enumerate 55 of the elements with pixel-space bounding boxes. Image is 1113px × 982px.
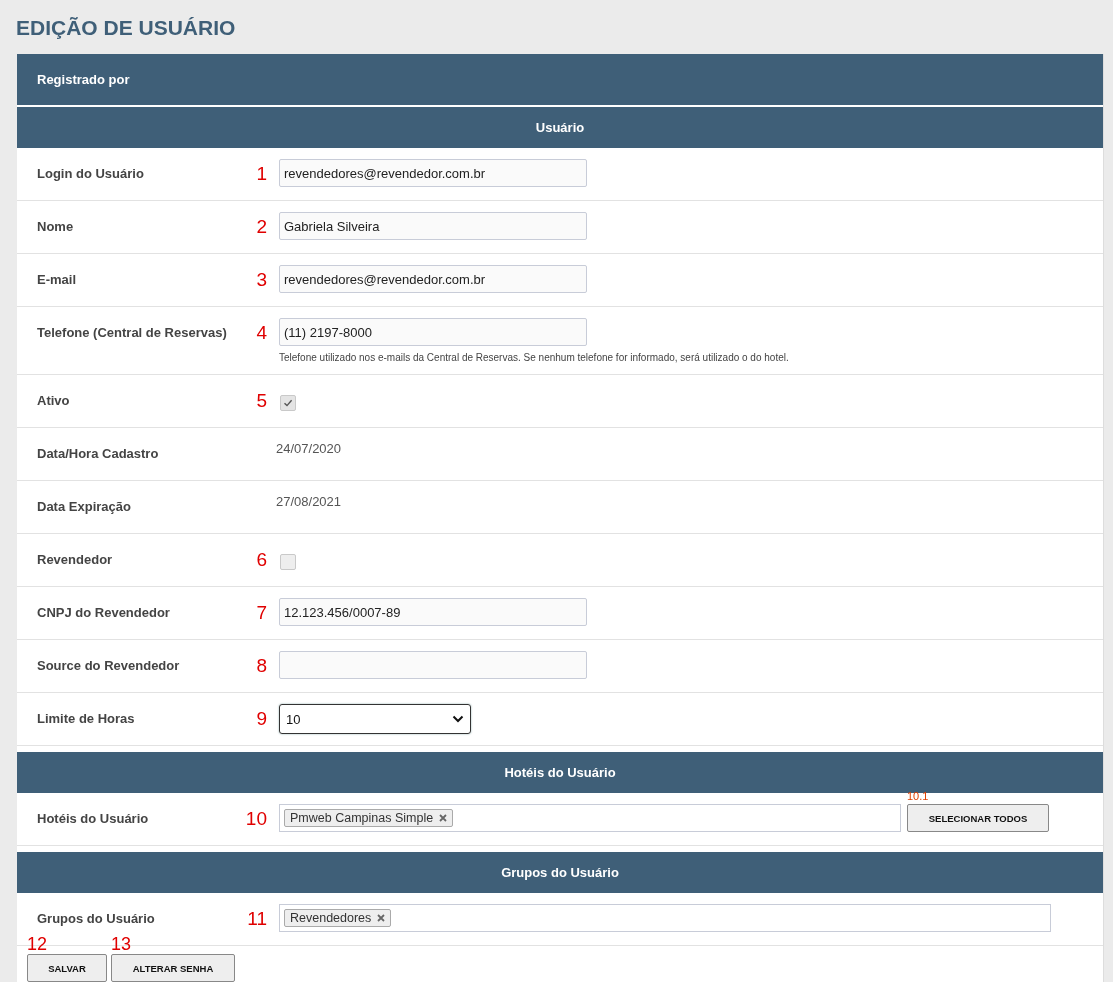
annotation-number: 9 xyxy=(256,708,267,729)
select-field[interactable]: 10 xyxy=(279,704,471,734)
select-all-button[interactable]: SELECIONAR TODOS xyxy=(907,804,1049,832)
field-label: Data/Hora Cadastro xyxy=(37,445,160,463)
field-label: Nome xyxy=(37,218,75,236)
action-button[interactable]: ALTERAR SENHA xyxy=(111,954,235,982)
tag-input-field[interactable]: Pmweb Campinas Simple xyxy=(279,804,901,832)
field-label: CNPJ do Revendedor xyxy=(37,604,171,622)
field-label: Revendedor xyxy=(37,551,114,569)
annotation-number: 11 xyxy=(247,908,267,929)
action-button[interactable]: SALVAR xyxy=(27,954,107,982)
text-field[interactable] xyxy=(279,651,587,679)
field-label: Ativo xyxy=(37,392,71,410)
annotation-number: 7 xyxy=(256,602,267,623)
tag-chip[interactable]: Revendedores xyxy=(284,909,392,927)
annotation-number: 1 xyxy=(256,163,267,184)
text-field[interactable]: revendedores@revendedor.com.br xyxy=(279,159,587,187)
annotation-number: 12 xyxy=(27,934,48,954)
hint-text: Telefone utilizado nos e-mails da Central de Reservas. Se nenhum telefone for informado, será utilizado o do hotel. xyxy=(279,352,790,363)
close-icon[interactable] xyxy=(439,814,448,822)
field-label: Source do Revendedor xyxy=(37,657,181,675)
chevron-icon xyxy=(452,715,464,723)
text-field[interactable]: (11) 2197-8000 xyxy=(279,318,587,346)
tag-input-field[interactable]: Revendedores xyxy=(279,904,1051,932)
annotation-number: 10 xyxy=(245,808,267,829)
text-field[interactable]: 12.123.456/0007-89 xyxy=(279,598,587,626)
annotation-number: 2 xyxy=(256,216,267,237)
field-label: Grupos do Usuário xyxy=(37,910,156,928)
checkbox[interactable] xyxy=(280,395,296,411)
field-label: Hotéis do Usuário xyxy=(37,810,150,828)
section-title: Grupos do Usuário xyxy=(501,865,619,880)
field-label: Telefone (Central de Reservas) xyxy=(37,324,228,342)
field-value: 27/08/2021 xyxy=(276,493,343,511)
text-field[interactable]: revendedores@revendedor.com.br xyxy=(279,265,587,293)
annotation-number: 10.1 xyxy=(907,790,929,802)
checkbox[interactable] xyxy=(280,554,296,570)
check-icon xyxy=(283,398,293,408)
text-field[interactable]: Gabriela Silveira xyxy=(279,212,587,240)
section-title: Hotéis do Usuário xyxy=(504,765,616,780)
page-title: EDIÇÃO DE USUÁRIO xyxy=(16,15,237,41)
annotation-number: 13 xyxy=(111,934,132,954)
section-title: Usuário xyxy=(535,120,585,135)
annotation-number: 3 xyxy=(256,269,267,290)
field-value: 24/07/2020 xyxy=(276,440,343,458)
annotation-number: 6 xyxy=(256,549,267,570)
registered-by-label: Registrado por xyxy=(37,72,130,87)
tag-chip[interactable]: Pmweb Campinas Simple xyxy=(284,809,454,827)
field-label: Login do Usuário xyxy=(37,165,145,183)
close-icon[interactable] xyxy=(377,914,386,922)
field-label: E-mail xyxy=(37,271,77,289)
annotation-number: 4 xyxy=(256,322,267,343)
field-label: Data Expiração xyxy=(37,498,132,516)
field-label: Limite de Horas xyxy=(37,710,136,728)
annotation-number: 5 xyxy=(256,390,267,411)
annotation-number: 8 xyxy=(256,655,267,676)
